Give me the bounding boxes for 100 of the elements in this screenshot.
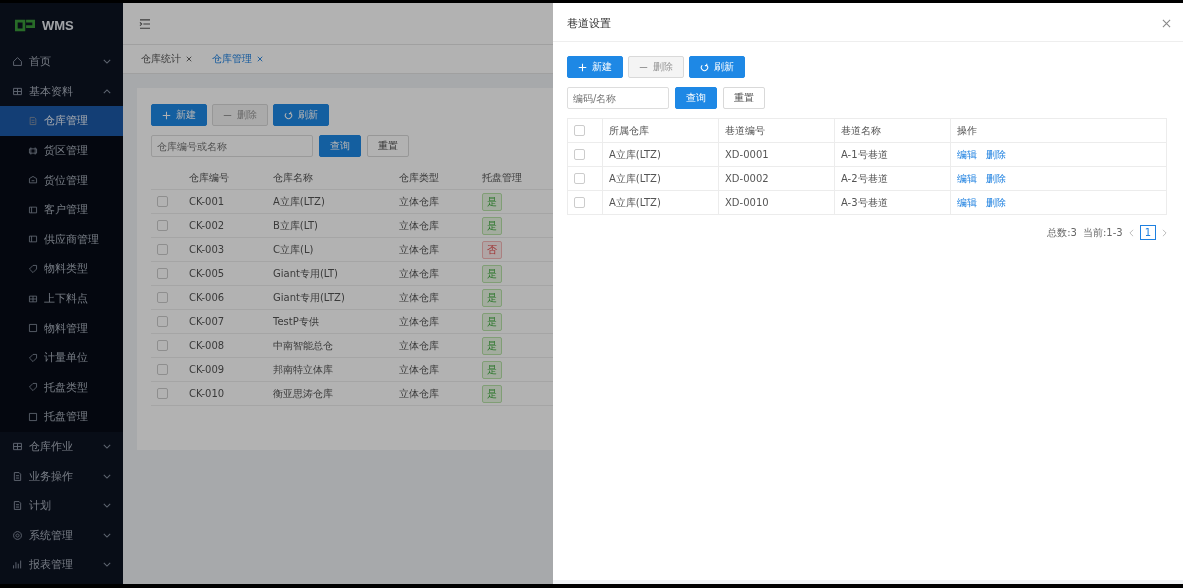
select-all-checkbox[interactable] bbox=[574, 125, 585, 137]
table-cell: A-2号巷道 bbox=[834, 166, 951, 191]
row-checkbox[interactable] bbox=[157, 292, 168, 304]
table-cell: 立体仓库 bbox=[393, 285, 476, 310]
table-cell: A-3号巷道 bbox=[834, 190, 951, 215]
table-cell: XD-0010 bbox=[718, 190, 835, 215]
close-icon[interactable] bbox=[1162, 19, 1171, 28]
sidebar-menu-item[interactable]: 报表管理 bbox=[0, 550, 123, 580]
search-field[interactable]: 编码/名称 bbox=[567, 87, 669, 109]
close-icon[interactable] bbox=[186, 56, 192, 62]
app-name: WMS bbox=[42, 17, 74, 33]
page-range: 当前:1-3 bbox=[1082, 225, 1123, 240]
row-checkbox[interactable] bbox=[157, 220, 168, 232]
table-cell: 邦南特立体库 bbox=[267, 357, 393, 382]
refresh-button[interactable]: 刷新 bbox=[273, 104, 329, 126]
sidebar-subitem[interactable]: 仓库管理 bbox=[0, 106, 123, 136]
sidebar-subitem[interactable]: 托盘类型 bbox=[0, 372, 123, 403]
delete-link[interactable]: 删除 bbox=[986, 172, 1006, 184]
sidebar-menu-item[interactable]: 系统管理 bbox=[0, 520, 123, 551]
menu-item-icon bbox=[28, 116, 38, 126]
sidebar-menu-item[interactable]: 计划 bbox=[0, 490, 123, 521]
row-checkbox[interactable] bbox=[157, 196, 168, 208]
add-button[interactable]: 新建 bbox=[151, 104, 207, 126]
table-cell: Giant专用(LTZ) bbox=[267, 285, 393, 310]
refresh-icon bbox=[700, 62, 709, 72]
menu-item-icon bbox=[12, 500, 23, 512]
row-checkbox[interactable] bbox=[157, 340, 168, 352]
menu-item-icon bbox=[12, 56, 23, 68]
status-tag: 是 bbox=[482, 288, 502, 307]
refresh-icon bbox=[284, 110, 293, 120]
column-header: 仓库名称 bbox=[267, 166, 393, 190]
menu-item-icon bbox=[28, 204, 38, 215]
reset-button[interactable]: 重置 bbox=[367, 135, 409, 157]
column-header: 所属仓库 bbox=[602, 118, 719, 143]
sidebar-subitem[interactable]: 物料管理 bbox=[0, 313, 123, 343]
status-tag: 是 bbox=[482, 264, 502, 283]
table-cell: A立库(LTZ) bbox=[602, 142, 719, 167]
refresh-button[interactable]: 刷新 bbox=[689, 56, 745, 78]
prev-page-icon[interactable] bbox=[1128, 228, 1134, 237]
menu-item-icon bbox=[28, 145, 38, 156]
table-cell: A立库(LTZ) bbox=[267, 189, 393, 214]
sidebar-subitem[interactable]: 供应商管理 bbox=[0, 224, 123, 255]
menu-item-icon bbox=[28, 411, 38, 422]
row-checkbox[interactable] bbox=[574, 197, 585, 209]
menu-item-icon bbox=[28, 263, 38, 274]
row-checkbox[interactable] bbox=[574, 149, 585, 161]
row-checkbox[interactable] bbox=[157, 364, 168, 376]
column-header: 巷道编号 bbox=[718, 118, 835, 143]
sidebar-subitem[interactable]: 客户管理 bbox=[0, 194, 123, 225]
menu-item-icon bbox=[28, 323, 38, 334]
edit-link[interactable]: 编辑 bbox=[957, 196, 977, 208]
row-checkbox[interactable] bbox=[157, 244, 168, 256]
sidebar-subitem[interactable]: 货位管理 bbox=[0, 165, 123, 195]
table-cell: 立体仓库 bbox=[393, 333, 476, 358]
next-page-icon[interactable] bbox=[1162, 228, 1167, 237]
table-cell: 衡亚思涛仓库 bbox=[267, 381, 393, 406]
column-header: 仓库编号 bbox=[183, 166, 267, 190]
reset-button[interactable]: 重置 bbox=[723, 87, 765, 109]
add-button[interactable]: 新建 bbox=[567, 56, 623, 78]
row-checkbox[interactable] bbox=[157, 268, 168, 280]
table-cell: CK-007 bbox=[183, 309, 267, 334]
delete-link[interactable]: 删除 bbox=[986, 196, 1006, 208]
menu-icon[interactable] bbox=[139, 18, 151, 29]
page-tab[interactable]: 仓库统计 bbox=[133, 49, 200, 69]
table-cell: CK-002 bbox=[183, 213, 267, 238]
close-icon[interactable] bbox=[257, 56, 263, 62]
table-cell: 立体仓库 bbox=[393, 213, 476, 238]
menu-item-icon bbox=[12, 441, 23, 452]
table-cell: A-1号巷道 bbox=[834, 142, 951, 167]
page-tab[interactable]: 仓库管理 bbox=[204, 49, 271, 69]
edit-link[interactable]: 编辑 bbox=[957, 148, 977, 160]
total-count: 总数:3 bbox=[1047, 225, 1077, 240]
sidebar-subitem[interactable]: 计量单位 bbox=[0, 342, 123, 373]
sidebar-subitem[interactable]: 托盘管理 bbox=[0, 402, 123, 432]
table-cell: C立库(L) bbox=[267, 237, 393, 262]
edit-link[interactable]: 编辑 bbox=[957, 172, 977, 184]
status-tag: 是 bbox=[482, 216, 502, 235]
plus-icon bbox=[162, 110, 171, 120]
drawer-title: 巷道设置 bbox=[567, 16, 611, 31]
search-field[interactable]: 仓库编号或名称 bbox=[151, 135, 313, 157]
query-button[interactable]: 查询 bbox=[319, 135, 361, 157]
page-number[interactable]: 1 bbox=[1139, 225, 1156, 240]
sidebar-menu-item[interactable]: 业务操作 bbox=[0, 461, 123, 491]
sidebar-subitem[interactable]: 物料类型 bbox=[0, 254, 123, 284]
column-header: 操作 bbox=[950, 118, 1167, 143]
menu-item-icon bbox=[12, 559, 23, 571]
sidebar-subitem[interactable]: 上下料点 bbox=[0, 283, 123, 314]
menu-item-icon bbox=[28, 352, 38, 363]
row-checkbox[interactable] bbox=[157, 316, 168, 328]
row-checkbox[interactable] bbox=[157, 388, 168, 400]
row-checkbox[interactable] bbox=[574, 173, 585, 185]
delete-link[interactable]: 删除 bbox=[986, 148, 1006, 160]
table-cell: A立库(LTZ) bbox=[602, 190, 719, 215]
status-tag: 是 bbox=[482, 384, 502, 403]
status-tag: 是 bbox=[482, 360, 502, 379]
table-cell: TestP专供 bbox=[267, 309, 393, 334]
menu-item-icon bbox=[28, 293, 38, 304]
table-cell: CK-005 bbox=[183, 261, 267, 286]
sidebar-menu-item[interactable]: 首页 bbox=[0, 47, 123, 77]
query-button[interactable]: 查询 bbox=[675, 87, 717, 109]
